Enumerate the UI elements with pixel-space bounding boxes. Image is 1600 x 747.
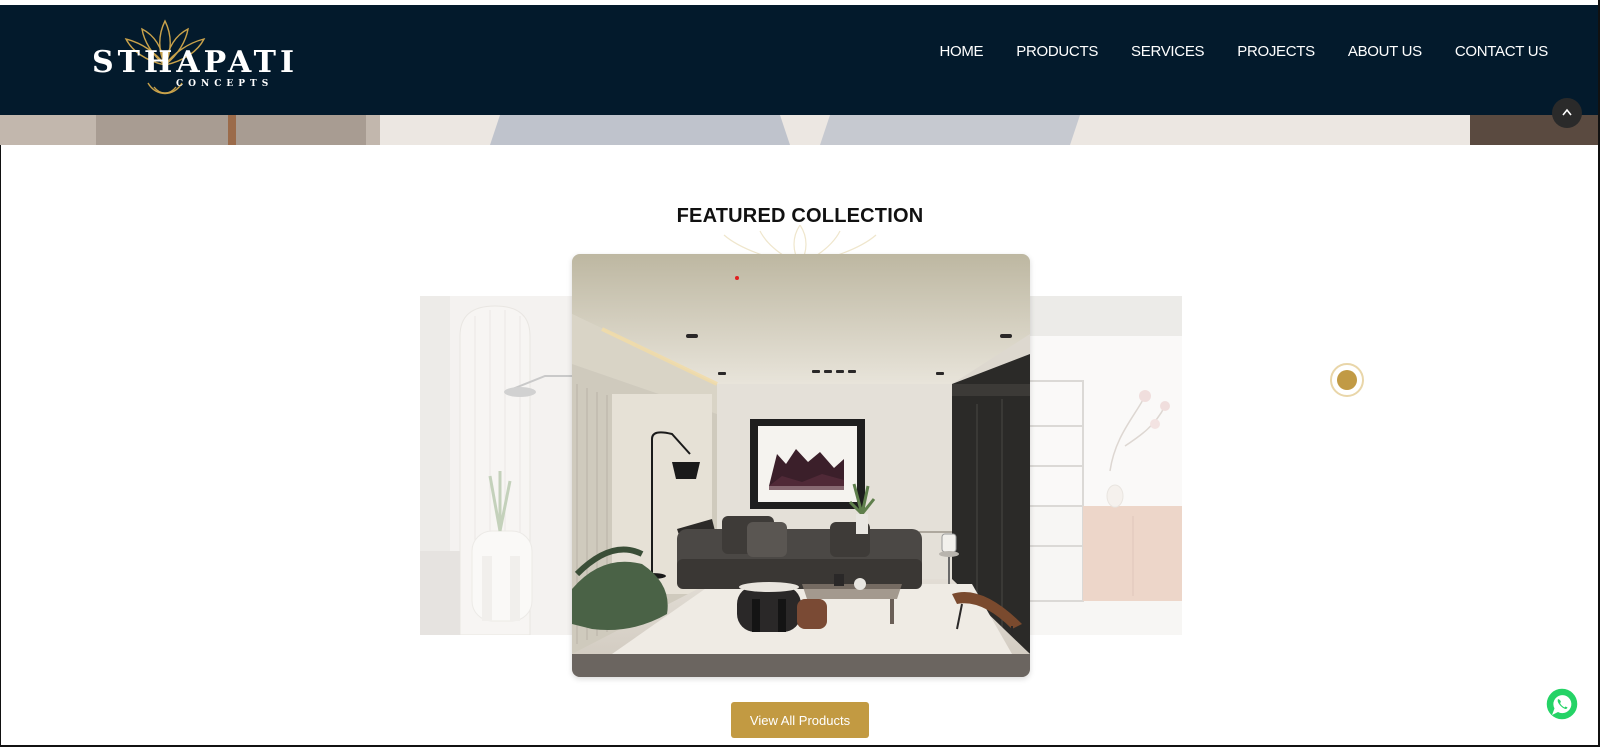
carousel-slide-previous[interactable] — [420, 296, 575, 635]
carousel-dot-fill — [1337, 370, 1357, 390]
hero-banner-image — [0, 115, 1600, 145]
whatsapp-button[interactable] — [1545, 687, 1579, 721]
nav-contact-us[interactable]: CONTACT US — [1455, 43, 1548, 60]
whatsapp-icon — [1545, 687, 1579, 721]
scroll-to-top-button[interactable] — [1552, 98, 1582, 128]
frame-left-edge — [0, 145, 1, 745]
featured-section: FEATURED COLLECTION View All Products — [0, 145, 1600, 747]
nav-about-us[interactable]: ABOUT US — [1348, 43, 1422, 60]
brand-name: STHAPATI — [92, 45, 298, 80]
nav-services[interactable]: SERVICES — [1131, 43, 1204, 60]
living-room-image — [572, 254, 1030, 677]
scroll-to-top-icon — [1562, 108, 1572, 116]
carousel-dot[interactable] — [1330, 363, 1364, 397]
view-all-products-button[interactable]: View All Products — [731, 702, 869, 738]
nav-products[interactable]: PRODUCTS — [1016, 43, 1098, 60]
main-nav: HOME PRODUCTS SERVICES PROJECTS ABOUT US… — [939, 43, 1548, 60]
nav-projects[interactable]: PROJECTS — [1237, 43, 1315, 60]
brand-logo[interactable]: STHAPATI CONCEPTS — [90, 17, 294, 103]
carousel-slide-next[interactable] — [1025, 296, 1182, 635]
nav-home[interactable]: HOME — [939, 43, 983, 60]
brand-tagline: CONCEPTS — [176, 79, 274, 89]
navbar: STHAPATI CONCEPTS HOME PRODUCTS SERVICES… — [0, 5, 1600, 115]
carousel-slide-active[interactable] — [572, 254, 1030, 677]
